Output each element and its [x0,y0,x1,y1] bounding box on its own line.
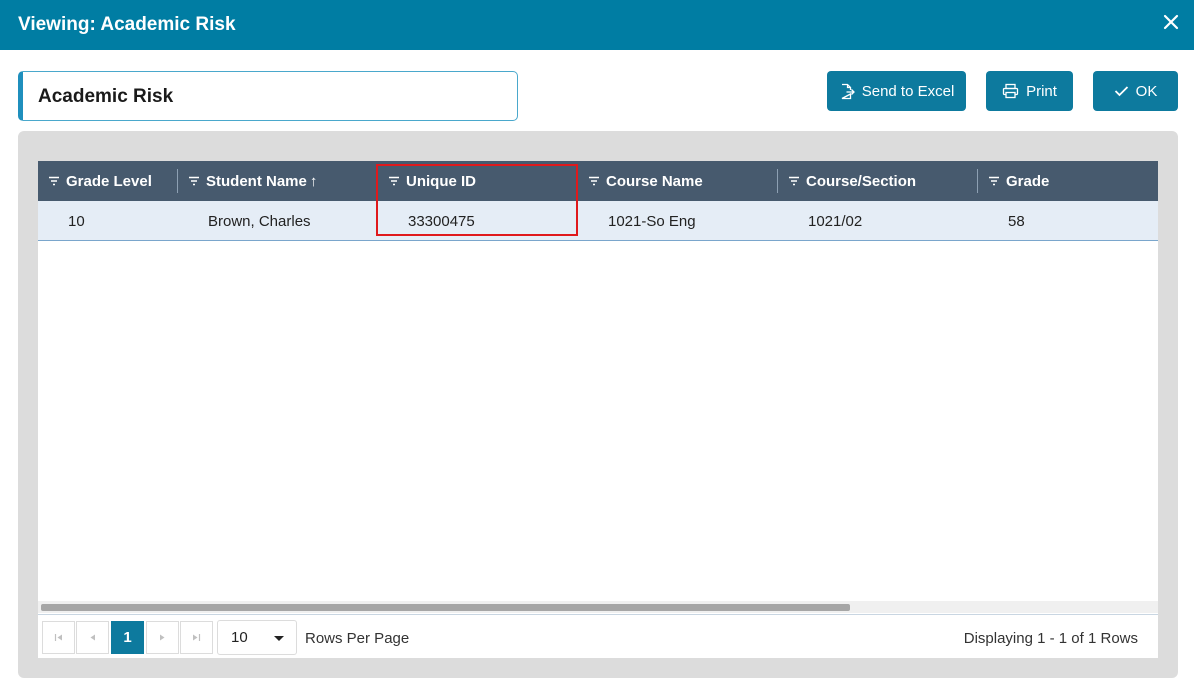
results-grid: Grade Level Student Name ↑ Unique ID Cou… [38,161,1158,658]
rows-per-page-label: Rows Per Page [305,630,410,647]
rows-per-page-select[interactable]: 10 [217,620,297,655]
first-page-button[interactable] [42,621,75,654]
ok-button[interactable]: OK [1093,71,1178,111]
title-bar: Viewing: Academic Risk [0,0,1194,50]
cell-student-name: Brown, Charles [208,212,311,230]
cell-course-name: 1021-So Eng [608,212,696,230]
column-header-course-section[interactable]: Course/Section [788,161,916,201]
column-header-unique-id[interactable]: Unique ID [388,161,476,201]
printer-icon [1002,83,1019,99]
export-icon [839,83,855,100]
report-name: Academic Risk [38,86,174,107]
scrollbar-thumb[interactable] [41,604,850,611]
column-divider[interactable] [377,169,378,193]
send-to-excel-label: Send to Excel [861,82,955,100]
column-label: Course/Section [806,172,917,190]
filter-icon[interactable] [588,176,600,186]
column-divider[interactable] [577,169,578,193]
filter-icon[interactable] [188,176,200,186]
print-button[interactable]: Print [986,71,1073,111]
last-page-button[interactable] [180,621,213,654]
cell-grade: 58 [1008,212,1025,230]
table-row[interactable]: 10 Brown, Charles 33300475 1021-So Eng 1… [38,201,1158,241]
cell-course-section: 1021/02 [808,212,863,230]
first-page-icon [54,634,62,641]
filter-icon[interactable] [388,176,400,186]
cell-grade-level: 10 [68,212,85,230]
filter-icon[interactable] [48,176,60,186]
column-header-course-name[interactable]: Course Name [588,161,703,201]
print-label: Print [1026,82,1057,100]
column-label: Unique ID [406,172,476,190]
column-divider[interactable] [177,169,178,193]
horizontal-scrollbar[interactable] [38,601,1158,613]
chevron-down-icon [274,636,284,641]
filter-icon[interactable] [988,176,1000,186]
previous-page-button[interactable] [76,621,109,654]
page-button-current[interactable]: 1 [111,621,144,654]
column-label: Course Name [606,172,703,190]
previous-page-icon [90,634,95,641]
column-label: Grade Level [66,172,152,190]
ok-label: OK [1135,82,1158,100]
column-divider[interactable] [777,169,778,193]
report-name-box: Academic Risk [18,71,518,121]
column-divider[interactable] [977,169,978,193]
column-header-grade-level[interactable]: Grade Level [48,161,152,201]
send-to-excel-button[interactable]: Send to Excel [827,71,966,111]
rows-per-page-value: 10 [231,629,248,646]
pager: 1 10 Rows Per Page Displaying 1 - 1 of 1… [38,614,1158,658]
last-page-icon [193,634,201,641]
column-label: Grade [1006,172,1050,190]
column-label: Student Name [206,172,307,190]
next-page-button[interactable] [146,621,179,654]
close-icon[interactable] [1158,9,1184,35]
checkmark-icon [1114,85,1129,97]
cell-unique-id: 33300475 [408,212,475,230]
next-page-icon [160,634,165,641]
column-header-grade[interactable]: Grade [988,161,1049,201]
column-header-student-name[interactable]: Student Name ↑ [188,161,317,201]
display-count: Displaying 1 - 1 of 1 Rows [963,630,1138,647]
grid-header: Grade Level Student Name ↑ Unique ID Cou… [38,161,1158,201]
filter-icon[interactable] [788,176,800,186]
window-title: Viewing: Academic Risk [18,14,236,35]
sort-ascending-icon: ↑ [309,172,318,190]
